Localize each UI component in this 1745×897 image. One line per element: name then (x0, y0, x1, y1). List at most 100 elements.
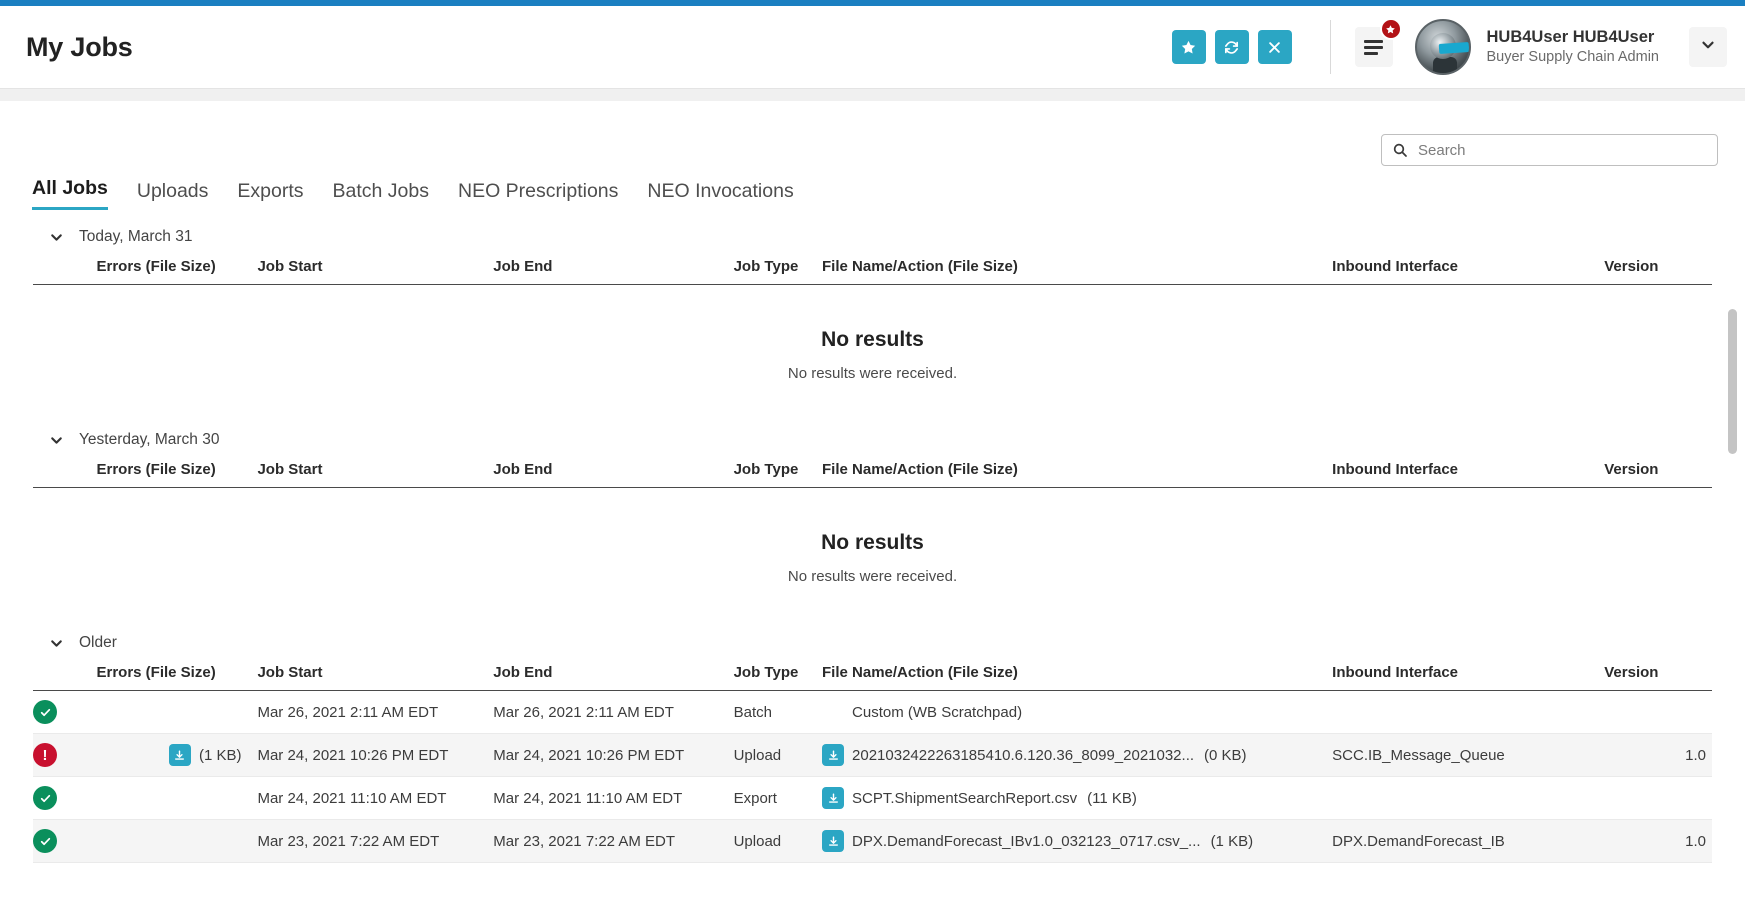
section-header[interactable]: Today, March 31 (0, 214, 1745, 258)
cell-errors: (1 KB) (96, 733, 258, 777)
download-icon[interactable] (168, 744, 191, 766)
cell-file-name[interactable]: DPX.DemandForecast_IBv1.0_032123_0717.cs… (822, 819, 1333, 863)
cell-file-name[interactable]: SCPT.ShipmentSearchReport.csv (11 KB) (822, 776, 1333, 820)
col-job-end[interactable]: Job End (493, 258, 734, 285)
header-actions (1171, 30, 1292, 64)
cell-errors (96, 776, 258, 820)
col-job-start[interactable]: Job Start (257, 461, 494, 488)
job-section: Today, March 31 Errors (File Size) Job Sta… (0, 214, 1745, 417)
tab-neo-invocations[interactable]: NEO Invocations (647, 180, 793, 210)
col-inbound-interface[interactable]: Inbound Interface (1332, 258, 1605, 285)
job-sections: Today, March 31 Errors (File Size) Job Sta… (0, 214, 1745, 897)
search-input[interactable] (1418, 141, 1717, 159)
col-errors[interactable]: Errors (File Size) (96, 461, 258, 488)
jobs-table: Errors (File Size) Job Start Job End Job Ty… (33, 664, 1712, 863)
empty-state: No results No results were received. (33, 497, 1712, 611)
favorite-button[interactable] (1171, 30, 1206, 64)
hamburger-menu-button[interactable] (1354, 18, 1402, 67)
cell-version: 1.0 (1604, 819, 1712, 863)
jobs-table: Errors (File Size) Job Start Job End Job Ty… (33, 461, 1712, 620)
cell-job-start: Mar 24, 2021 11:10 AM EDT (257, 776, 494, 820)
col-job-start[interactable]: Job Start (257, 258, 494, 285)
header-shadow-gap (0, 89, 1745, 101)
cell-file-name[interactable]: Custom (WB Scratchpad) (822, 690, 1333, 734)
col-job-start[interactable]: Job Start (257, 664, 494, 691)
col-job-end[interactable]: Job End (493, 664, 734, 691)
col-errors[interactable]: Errors (File Size) (96, 258, 258, 285)
user-role: Buyer Supply Chain Admin (1486, 49, 1660, 66)
jobs-table: Errors (File Size) Job Start Job End Job Ty… (33, 258, 1712, 417)
download-icon[interactable] (822, 744, 845, 766)
cell-job-type: Export (733, 776, 823, 820)
col-status (33, 664, 97, 691)
cell-job-end: Mar 26, 2021 2:11 AM EDT (493, 690, 734, 734)
avatar[interactable] (1414, 19, 1471, 75)
cell-job-start: Mar 24, 2021 10:26 PM EDT (257, 733, 494, 777)
table-header-row: Errors (File Size) Job Start Job End Job Ty… (33, 461, 1712, 488)
col-version[interactable]: Version (1604, 258, 1712, 285)
table-row[interactable]: ! (1 KB) Mar 24, 2021 10:26 PM EDT Mar 24, … (33, 733, 1712, 777)
user-info[interactable]: HUB4User HUB4User Buyer Supply Chain Adm… (1487, 27, 1660, 67)
col-version[interactable]: Version (1604, 664, 1712, 691)
chevron-down-icon[interactable] (48, 432, 65, 449)
cell-status (33, 690, 97, 734)
cell-inbound-interface: DPX.DemandForecast_IB (1332, 819, 1605, 863)
col-job-type[interactable]: Job Type (733, 461, 823, 488)
refresh-button[interactable] (1214, 30, 1249, 64)
section-header[interactable]: Yesterday, March 30 (0, 417, 1745, 461)
search-container (1381, 134, 1718, 166)
search-box[interactable] (1381, 134, 1718, 166)
user-menu-button[interactable] (1689, 27, 1727, 67)
refresh-icon (1223, 39, 1240, 56)
cell-file-name[interactable]: 2021032422263185410.6.120.36_8099_202103… (822, 733, 1333, 777)
job-section: Older Errors (File Size) Job Start Job End J… (0, 620, 1745, 863)
download-icon[interactable] (822, 830, 845, 852)
tab-neo-prescriptions[interactable]: NEO Prescriptions (458, 180, 618, 210)
section-header[interactable]: Older (0, 620, 1745, 664)
empty-row: No results No results were received. (33, 285, 1712, 418)
empty-row: No results No results were received. (33, 488, 1712, 621)
star-icon (1180, 39, 1197, 56)
cell-job-type: Upload (733, 733, 823, 777)
col-file-name[interactable]: File Name/Action (File Size) (822, 664, 1333, 691)
hamburger-menu-icon (1364, 39, 1383, 55)
close-button[interactable] (1257, 30, 1292, 64)
cell-status: ! (33, 733, 97, 777)
cell-version (1604, 776, 1712, 820)
cell-status (33, 819, 97, 863)
tab-uploads[interactable]: Uploads (137, 180, 209, 210)
cell-version: 1.0 (1604, 733, 1712, 777)
table-row[interactable]: Mar 26, 2021 2:11 AM EDT Mar 26, 2021 2:1… (33, 690, 1712, 734)
cell-status (33, 776, 97, 820)
col-inbound-interface[interactable]: Inbound Interface (1332, 461, 1605, 488)
cell-job-start: Mar 23, 2021 7:22 AM EDT (257, 819, 494, 863)
table-header-row: Errors (File Size) Job Start Job End Job Ty… (33, 664, 1712, 691)
section-title: Older (79, 634, 117, 651)
col-job-type[interactable]: Job Type (733, 258, 823, 285)
tab-all-jobs[interactable]: All Jobs (32, 177, 108, 210)
empty-subtitle: No results were received. (787, 568, 958, 585)
tab-exports[interactable]: Exports (237, 180, 303, 210)
page-body: All Jobs Uploads Exports Batch Jobs NEO … (0, 89, 1745, 897)
my-jobs-page: My Jobs HUB4User HUB4User Buyer Supply C… (0, 0, 1745, 897)
cell-job-end: Mar 23, 2021 7:22 AM EDT (493, 819, 734, 863)
tab-batch-jobs[interactable]: Batch Jobs (333, 180, 429, 210)
col-inbound-interface[interactable]: Inbound Interface (1332, 664, 1605, 691)
cell-inbound-interface (1332, 776, 1605, 820)
col-file-name[interactable]: File Name/Action (File Size) (822, 461, 1333, 488)
chevron-down-icon[interactable] (48, 635, 65, 652)
col-job-type[interactable]: Job Type (733, 664, 823, 691)
col-file-name[interactable]: File Name/Action (File Size) (822, 258, 1333, 285)
col-job-end[interactable]: Job End (493, 461, 734, 488)
table-row[interactable]: Mar 24, 2021 11:10 AM EDT Mar 24, 2021 11… (33, 776, 1712, 820)
header-divider (1329, 20, 1331, 74)
table-row[interactable]: Mar 23, 2021 7:22 AM EDT Mar 23, 2021 7:2… (33, 819, 1712, 863)
cell-inbound-interface: SCC.IB_Message_Queue (1332, 733, 1605, 777)
col-errors[interactable]: Errors (File Size) (96, 664, 258, 691)
download-icon[interactable] (822, 787, 845, 809)
search-icon (1392, 142, 1408, 158)
col-version[interactable]: Version (1604, 461, 1712, 488)
chevron-down-icon[interactable] (48, 229, 65, 246)
vertical-scrollbar[interactable] (1728, 204, 1737, 889)
scrollbar-thumb[interactable] (1728, 309, 1737, 454)
